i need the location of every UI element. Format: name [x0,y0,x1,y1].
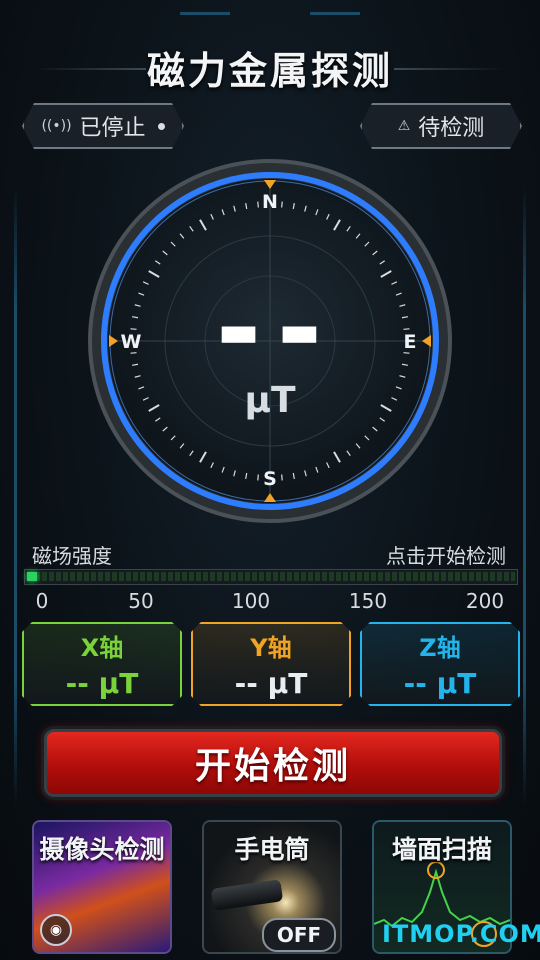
compass-south: S [263,468,277,490]
compass-tick [281,474,283,481]
camera-detection-label: 摄像头检测 [39,835,165,864]
flashlight-toggle[interactable]: OFF [262,918,336,952]
frame-top-right [310,12,360,15]
frame-right [523,185,526,805]
status-badge: ((•)) 已停止 [22,103,184,149]
x-axis-card: X轴 -- μT [22,622,182,706]
x-axis-label: X轴 [80,634,124,662]
title-rule-left [36,68,146,70]
wall-scan-label: 墙面扫描 [391,835,492,864]
field-value: ▬ ▬ [217,306,323,357]
meter-fill [27,572,37,581]
meter-hint: 点击开始检测 [386,544,506,568]
camera-detection-card[interactable]: 摄像头检测 ◉ [32,820,172,954]
compass-tick [257,474,259,481]
watermark: ITMOP.COM [382,920,540,948]
field-strength-meter [24,569,518,585]
compass-north: N [262,191,278,213]
y-axis-label: Y轴 [250,634,292,662]
status-label: 已停止 [79,116,146,141]
flashlight-card[interactable]: 手电筒 OFF [202,820,342,954]
compass-tick [281,201,283,208]
warning-icon: ⚠ [397,118,411,134]
meter-segments [35,572,515,581]
status-dot [158,123,165,130]
z-axis-label: Z轴 [419,634,461,662]
start-detection-button[interactable]: 开始检测 [44,729,502,797]
flashlight-label: 手电筒 [234,835,310,864]
x-axis-value: -- μT [65,667,139,700]
title-rule-right [394,68,504,70]
field-unit: μT [244,380,296,421]
meter-tick: 50 [128,589,154,613]
meter-tick: 150 [348,589,388,613]
z-axis-card: Z轴 -- μT [360,622,520,706]
mode-label: 待检测 [418,116,485,141]
y-axis-value: -- μT [234,667,308,700]
y-axis-card: Y轴 -- μT [191,622,351,706]
camera-icon: ◉ [40,914,72,946]
meter-label: 磁场强度 [32,544,112,568]
frame-left [14,185,17,805]
frame-top-left [180,12,230,15]
z-axis-value: -- μT [403,667,477,700]
signal-icon: ((•)) [41,118,72,134]
meter-tick: 200 [465,589,505,613]
mode-badge: ⚠ 待检测 [360,103,522,149]
compass-tick [257,201,259,208]
meter-tick: 100 [231,589,271,613]
meter-tick: 0 [35,589,49,613]
